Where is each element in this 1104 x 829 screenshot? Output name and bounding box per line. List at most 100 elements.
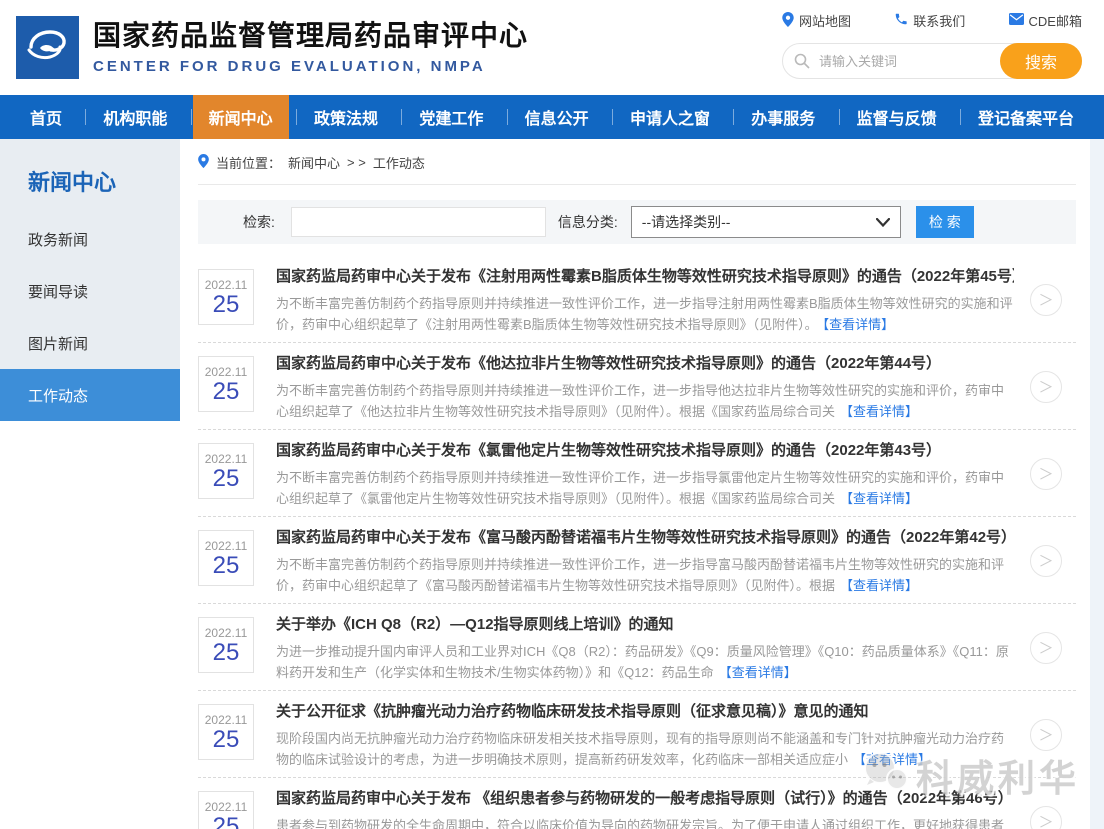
breadcrumb-prefix: 当前位置： [216, 153, 281, 172]
breadcrumb-pin-icon [198, 154, 209, 171]
news-date-month: 2022.11 [199, 365, 253, 379]
news-date-day: 25 [199, 379, 253, 404]
breadcrumb-separator: > > [347, 155, 366, 170]
news-summary: 患者参与到药物研发的全生命周期中，符合以临床价值为导向的药物研发宗旨。为了便于申… [276, 815, 1014, 829]
filter-bar: 检索: 信息分类: --请选择类别-- 检 索 [198, 200, 1076, 244]
arrow-right-icon[interactable]: ＞ [1030, 719, 1062, 751]
cde-logo[interactable] [16, 16, 79, 79]
news-summary: 现阶段国内尚无抗肿瘤光动力治疗药物临床研发相关技术指导原则，现有的指导原则尚不能… [276, 728, 1014, 770]
site-title: 国家药品监督管理局药品审评中心 [93, 20, 528, 52]
sidebar-item[interactable]: 图片新闻 [0, 317, 180, 369]
view-details-link[interactable]: 【查看详情】 [719, 665, 797, 680]
search-button[interactable]: 搜索 [1000, 43, 1082, 79]
news-title-link[interactable]: 关于公开征求《抗肿瘤光动力治疗药物临床研发技术指导原则（征求意见稿）》意见的通知 [276, 702, 1014, 722]
news-body: 关于公开征求《抗肿瘤光动力治疗药物临床研发技术指导原则（征求意见稿）》意见的通知… [276, 699, 1014, 770]
news-summary: 为进一步推动提升国内审评人员和工业界对ICH《Q8（R2）：药品研发》《Q9：质… [276, 641, 1014, 683]
news-date: 2022.11 25 [198, 617, 254, 673]
news-body: 国家药监局药审中心关于发布《他达拉非片生物等效性研究技术指导原则》的通告（202… [276, 351, 1014, 422]
mail-icon [1009, 13, 1024, 28]
news-date-day: 25 [199, 466, 253, 491]
view-details-link[interactable]: 【查看详情】 [840, 578, 918, 593]
news-date-month: 2022.11 [199, 452, 253, 466]
view-details-link[interactable]: 【查看详情】 [840, 404, 918, 419]
sidebar-title: 新闻中心 [0, 139, 180, 213]
arrow-right-icon[interactable]: ＞ [1030, 806, 1062, 829]
category-select[interactable]: --请选择类别-- [631, 206, 901, 238]
filter-search-button[interactable]: 检 索 [916, 206, 974, 238]
news-date: 2022.11 25 [198, 443, 254, 499]
keyword-label: 检索: [243, 212, 275, 232]
fish-swirl-icon [23, 23, 73, 72]
breadcrumb-current[interactable]: 工作动态 [373, 153, 425, 172]
nav-item[interactable]: 新闻中心 [193, 95, 289, 139]
news-title-link[interactable]: 国家药监局药审中心关于发布 《组织患者参与药物研发的一般考虑指导原则（试行）》的… [276, 789, 1014, 809]
sidebar-item[interactable]: 政务新闻 [0, 213, 180, 265]
nav-item[interactable]: 党建工作 [403, 95, 499, 139]
main-content: 当前位置： 新闻中心 > > 工作动态 检索: 信息分类: --请选择类别-- … [180, 139, 1090, 829]
content-row: 新闻中心 政务新闻 要闻导读 图片新闻 工作动态 当前位置： 新闻中心 > > … [0, 139, 1104, 829]
search-icon [794, 53, 810, 74]
news-title-link[interactable]: 国家药监局药审中心关于发布《注射用两性霉素B脂质体生物等效性研究技术指导原则》的… [276, 267, 1014, 287]
news-title-link[interactable]: 国家药监局药审中心关于发布《富马酸丙酚替诺福韦片生物等效性研究技术指导原则》的通… [276, 528, 1014, 548]
arrow-right-icon[interactable]: ＞ [1030, 458, 1062, 490]
nav-item[interactable]: 办事服务 [735, 95, 831, 139]
arrow-right-icon[interactable]: ＞ [1030, 284, 1062, 316]
news-date: 2022.11 25 [198, 704, 254, 760]
news-body: 国家药监局药审中心关于发布《注射用两性霉素B脂质体生物等效性研究技术指导原则》的… [276, 264, 1014, 335]
view-details-link[interactable]: 【查看详情】 [840, 491, 918, 506]
news-item: 2022.11 25 国家药监局药审中心关于发布 《组织患者参与药物研发的一般考… [198, 778, 1076, 829]
chevron-down-icon [876, 214, 890, 230]
news-body: 关于举办《ICH Q8（R2）—Q12指导原则线上培训》的通知 为进一步推动提升… [276, 612, 1014, 683]
brand-block: 国家药品监督管理局药品审评中心 CENTER FOR DRUG EVALUATI… [93, 20, 528, 74]
news-date-month: 2022.11 [199, 278, 253, 292]
news-body: 国家药监局药审中心关于发布 《组织患者参与药物研发的一般考虑指导原则（试行）》的… [276, 786, 1014, 829]
news-date-day: 25 [199, 640, 253, 665]
nav-item[interactable]: 首页 [14, 95, 78, 139]
news-item: 2022.11 25 关于公开征求《抗肿瘤光动力治疗药物临床研发技术指导原则（征… [198, 691, 1076, 778]
view-details-link[interactable]: 【查看详情】 [853, 752, 931, 767]
sitemap-link[interactable]: 网站地图 [782, 11, 851, 30]
nav-item[interactable]: 机构职能 [87, 95, 183, 139]
keyword-input[interactable] [291, 207, 546, 237]
phone-icon [894, 12, 908, 29]
cde-mail-link[interactable]: CDE邮箱 [1009, 11, 1082, 30]
news-item: 2022.11 25 国家药监局药审中心关于发布《他达拉非片生物等效性研究技术指… [198, 343, 1076, 430]
breadcrumb-section[interactable]: 新闻中心 [288, 153, 340, 172]
nav-item[interactable]: 政策法规 [298, 95, 394, 139]
news-date-day: 25 [199, 553, 253, 578]
news-title-link[interactable]: 关于举办《ICH Q8（R2）—Q12指导原则线上培训》的通知 [276, 615, 1014, 635]
news-date-day: 25 [199, 814, 253, 829]
location-pin-icon [782, 12, 794, 30]
arrow-right-icon[interactable]: ＞ [1030, 371, 1062, 403]
cde-news-page: 国家药品监督管理局药品审评中心 CENTER FOR DRUG EVALUATI… [0, 0, 1104, 829]
news-title-link[interactable]: 国家药监局药审中心关于发布《氯雷他定片生物等效性研究技术指导原则》的通告（202… [276, 441, 1014, 461]
view-details-link[interactable]: 【查看详情】 [823, 317, 895, 332]
nav-item[interactable]: 登记备案平台 [962, 95, 1090, 139]
arrow-right-icon[interactable]: ＞ [1030, 632, 1062, 664]
quick-links: 网站地图 联系我们 CDE邮箱 [782, 11, 1082, 30]
sidebar-item[interactable]: 要闻导读 [0, 265, 180, 317]
news-item: 2022.11 25 国家药监局药审中心关于发布《富马酸丙酚替诺福韦片生物等效性… [198, 517, 1076, 604]
news-body: 国家药监局药审中心关于发布《富马酸丙酚替诺福韦片生物等效性研究技术指导原则》的通… [276, 525, 1014, 596]
category-selected-value: --请选择类别-- [642, 212, 731, 232]
site-search: 搜索 [782, 43, 1082, 79]
news-item: 2022.11 25 国家药监局药审中心关于发布《氯雷他定片生物等效性研究技术指… [198, 430, 1076, 517]
news-title-link[interactable]: 国家药监局药审中心关于发布《他达拉非片生物等效性研究技术指导原则》的通告（202… [276, 354, 1014, 374]
nav-item[interactable]: 申请人之窗 [614, 95, 726, 139]
contact-us-link[interactable]: 联系我们 [894, 11, 965, 30]
news-date-month: 2022.11 [199, 539, 253, 553]
nav-item[interactable]: 信息公开 [509, 95, 605, 139]
main-nav: 首页 机构职能 新闻中心 政策法规 党建工作 信息公开 申请人之窗 办事服务 监… [0, 95, 1104, 139]
news-date-day: 25 [199, 727, 253, 752]
arrow-right-icon[interactable]: ＞ [1030, 545, 1062, 577]
news-date: 2022.11 25 [198, 530, 254, 586]
news-summary: 为不断丰富完善仿制药个药指导原则并持续推进一致性评价工作，进一步指导氯雷他定片生… [276, 467, 1014, 509]
news-date-month: 2022.11 [199, 713, 253, 727]
news-date-month: 2022.11 [199, 626, 253, 640]
news-summary: 为不断丰富完善仿制药个药指导原则并持续推进一致性评价工作，进一步指导他达拉非片生… [276, 380, 1014, 422]
news-date: 2022.11 25 [198, 356, 254, 412]
nav-item[interactable]: 监督与反馈 [841, 95, 953, 139]
sidebar-item[interactable]: 工作动态 [0, 369, 180, 421]
breadcrumb: 当前位置： 新闻中心 > > 工作动态 [198, 153, 1076, 185]
header-right: 网站地图 联系我们 CDE邮箱 [782, 11, 1082, 79]
